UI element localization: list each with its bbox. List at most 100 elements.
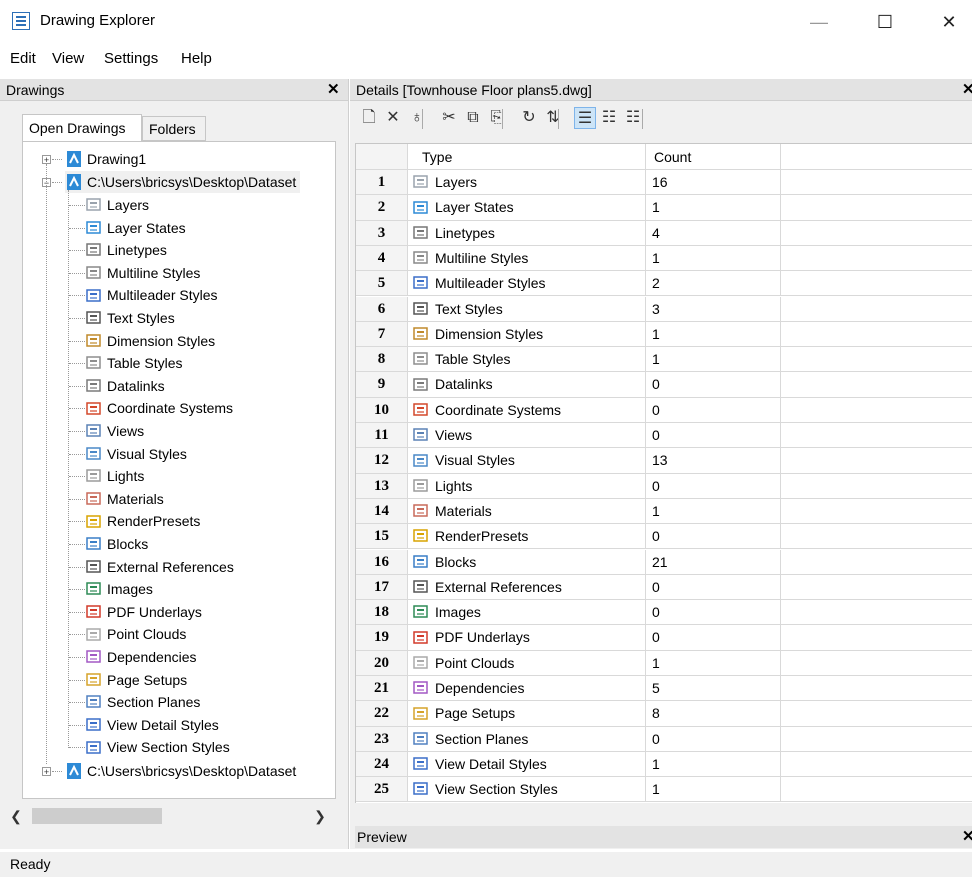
- tree-item-external-references[interactable]: External References: [85, 556, 234, 578]
- count-cell[interactable]: 1: [646, 245, 781, 272]
- tree-item-dataset-2[interactable]: C:\Users\bricsys\Desktop\Dataset: [65, 760, 296, 782]
- count-cell[interactable]: 8: [646, 701, 781, 727]
- minimize-button[interactable]: —: [796, 6, 842, 38]
- details-view-icon[interactable]: ☰: [574, 107, 596, 129]
- tree-item-coordinate-systems[interactable]: Coordinate Systems: [85, 397, 233, 419]
- table-row[interactable]: 20 Point Clouds 1: [356, 650, 972, 676]
- tree-item-images[interactable]: Images: [85, 578, 153, 600]
- table-row[interactable]: 16 Blocks 21: [356, 549, 972, 575]
- count-cell[interactable]: 16: [646, 170, 781, 196]
- maximize-button[interactable]: ☐: [862, 6, 908, 38]
- count-cell[interactable]: 1: [646, 777, 781, 803]
- type-cell[interactable]: Page Setups: [408, 701, 646, 727]
- tree-item-multiline-styles[interactable]: Multiline Styles: [85, 262, 200, 284]
- count-cell[interactable]: 0: [646, 625, 781, 651]
- close-preview-button[interactable]: ✕: [962, 826, 972, 848]
- close-button[interactable]: ✕: [926, 6, 972, 38]
- type-cell[interactable]: Linetypes: [408, 220, 646, 246]
- tree-view-icon[interactable]: ☷: [622, 107, 644, 129]
- count-cell[interactable]: 0: [646, 524, 781, 550]
- table-row[interactable]: 15 RenderPresets 0: [356, 524, 972, 550]
- tab-folders[interactable]: Folders: [142, 116, 206, 141]
- count-cell[interactable]: 3: [646, 296, 781, 322]
- cut-icon[interactable]: ✂: [438, 107, 460, 129]
- new-icon[interactable]: 🗋: [358, 107, 380, 129]
- table-row[interactable]: 18 Images 0: [356, 600, 972, 626]
- type-cell[interactable]: Point Clouds: [408, 650, 646, 676]
- menu-help[interactable]: Help: [181, 50, 212, 67]
- tree-item-pdf-underlays[interactable]: PDF Underlays: [85, 601, 202, 623]
- type-cell[interactable]: Visual Styles: [408, 448, 646, 474]
- type-cell[interactable]: Images: [408, 600, 646, 626]
- count-cell[interactable]: 0: [646, 726, 781, 752]
- count-cell[interactable]: 4: [646, 220, 781, 246]
- copy-icon[interactable]: ⧉: [462, 107, 484, 129]
- tree-item-visual-styles[interactable]: Visual Styles: [85, 443, 187, 465]
- tree-item-blocks[interactable]: Blocks: [85, 533, 148, 555]
- tree-item-table-styles[interactable]: Table Styles: [85, 352, 182, 374]
- expand-dataset2-toggle[interactable]: +: [42, 767, 51, 777]
- table-row[interactable]: 25 View Section Styles 1: [356, 777, 972, 803]
- count-cell[interactable]: 21: [646, 549, 781, 575]
- table-row[interactable]: 6 Text Styles 3: [356, 296, 972, 322]
- count-cell[interactable]: 0: [646, 473, 781, 499]
- table-row[interactable]: 13 Lights 0: [356, 473, 972, 499]
- count-cell[interactable]: 5: [646, 676, 781, 702]
- tree-item-view-detail-styles[interactable]: View Detail Styles: [85, 714, 219, 736]
- close-drawings-panel-button[interactable]: ✕: [327, 79, 340, 101]
- type-cell[interactable]: Lights: [408, 473, 646, 499]
- expand-drawing1-toggle[interactable]: +: [42, 155, 51, 165]
- count-cell[interactable]: 1: [646, 321, 781, 348]
- purge-icon[interactable]: ♁: [406, 107, 428, 129]
- type-cell[interactable]: Multiline Styles: [408, 245, 646, 272]
- type-cell[interactable]: Layer States: [408, 195, 646, 221]
- type-cell[interactable]: Text Styles: [408, 296, 646, 322]
- tree-horizontal-scrollbar[interactable]: ❮ ❯: [6, 805, 336, 827]
- tree-item-datalinks[interactable]: Datalinks: [85, 375, 165, 397]
- type-cell[interactable]: Coordinate Systems: [408, 397, 646, 423]
- type-cell[interactable]: Table Styles: [408, 347, 646, 373]
- column-header-type[interactable]: Type: [408, 144, 646, 170]
- type-cell[interactable]: Materials: [408, 498, 646, 525]
- table-row[interactable]: 21 Dependencies 5: [356, 676, 972, 702]
- close-details-panel-button[interactable]: ✕: [962, 79, 972, 101]
- tree-item-multileader-styles[interactable]: Multileader Styles: [85, 284, 218, 306]
- count-cell[interactable]: 1: [646, 751, 781, 778]
- type-cell[interactable]: Section Planes: [408, 726, 646, 752]
- count-cell[interactable]: 1: [646, 650, 781, 676]
- type-cell[interactable]: Blocks: [408, 549, 646, 575]
- scroll-right-arrow-icon[interactable]: ❯: [310, 805, 330, 827]
- scroll-left-arrow-icon[interactable]: ❮: [6, 805, 26, 827]
- tree-item-render-presets[interactable]: RenderPresets: [85, 510, 200, 532]
- tree-item-text-styles[interactable]: Text Styles: [85, 307, 175, 329]
- column-header-count[interactable]: Count: [646, 144, 781, 170]
- scroll-thumb[interactable]: [32, 808, 162, 824]
- menu-edit[interactable]: Edit: [10, 50, 36, 67]
- table-row[interactable]: 23 Section Planes 0: [356, 726, 972, 752]
- paste-icon[interactable]: ⎘: [486, 107, 508, 129]
- table-row[interactable]: 17 External References 0: [356, 574, 972, 601]
- tree-item-view-section-styles[interactable]: View Section Styles: [85, 736, 230, 758]
- tree-item-dimension-styles[interactable]: Dimension Styles: [85, 330, 215, 352]
- tree-item-materials[interactable]: Materials: [85, 488, 164, 510]
- count-cell[interactable]: 1: [646, 195, 781, 221]
- count-cell[interactable]: 0: [646, 397, 781, 423]
- type-cell[interactable]: RenderPresets: [408, 524, 646, 550]
- table-row[interactable]: 7 Dimension Styles 1: [356, 321, 972, 348]
- table-row[interactable]: 19 PDF Underlays 0: [356, 625, 972, 651]
- tree-item-layer-states[interactable]: Layer States: [85, 217, 186, 239]
- type-cell[interactable]: View Section Styles: [408, 777, 646, 803]
- list-view-icon[interactable]: ☷: [598, 107, 620, 129]
- tree-item-lights[interactable]: Lights: [85, 465, 144, 487]
- tab-open-drawings[interactable]: Open Drawings: [22, 114, 142, 143]
- table-row[interactable]: 11 Views 0: [356, 423, 972, 449]
- table-row[interactable]: 3 Linetypes 4: [356, 220, 972, 246]
- count-cell[interactable]: 13: [646, 448, 781, 474]
- tree-item-dependencies[interactable]: Dependencies: [85, 646, 197, 668]
- table-row[interactable]: 5 Multileader Styles 2: [356, 271, 972, 297]
- type-cell[interactable]: PDF Underlays: [408, 625, 646, 651]
- type-cell[interactable]: Layers: [408, 170, 646, 196]
- table-row[interactable]: 1 Layers 16: [356, 170, 972, 196]
- count-cell[interactable]: 2: [646, 271, 781, 297]
- count-cell[interactable]: 0: [646, 372, 781, 398]
